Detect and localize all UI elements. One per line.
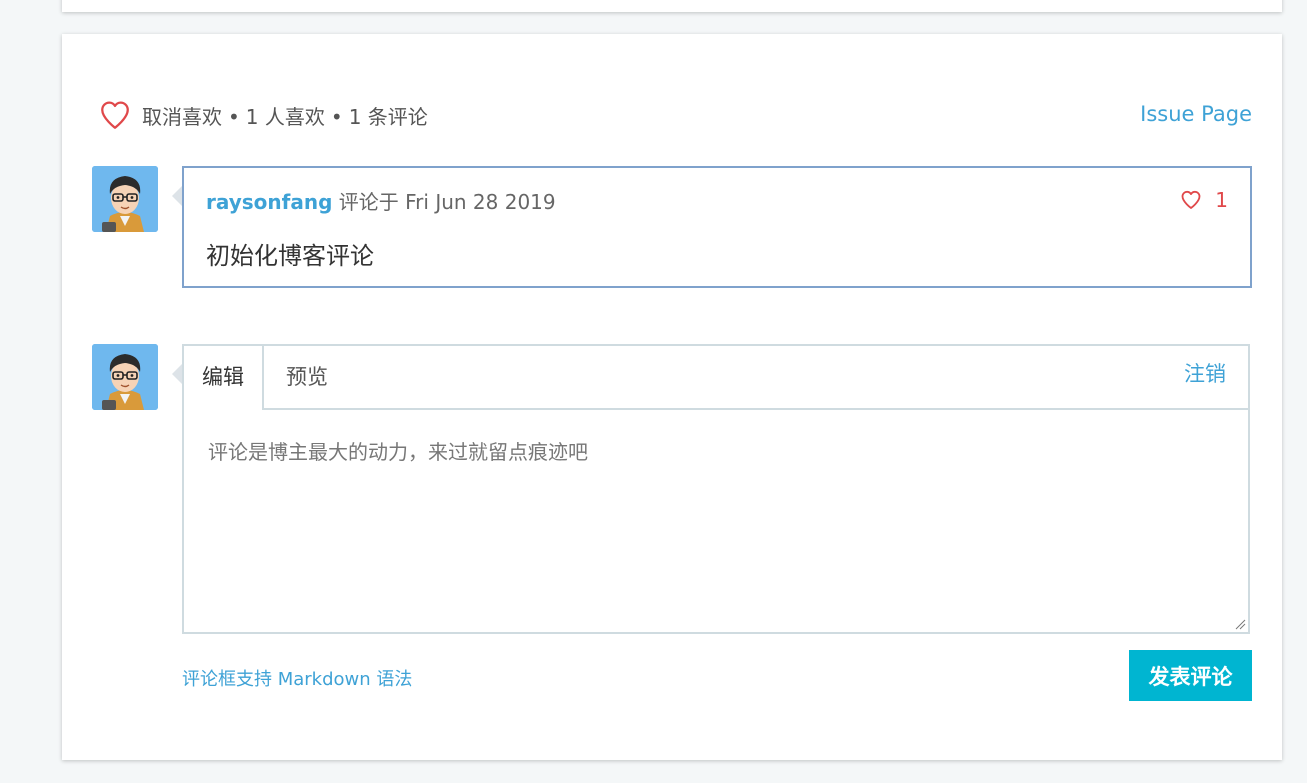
separator: • xyxy=(330,104,343,129)
tab-preview[interactable]: 预览 xyxy=(286,346,328,410)
comment-textarea[interactable] xyxy=(184,410,1248,632)
likes-count: 1 人喜欢 xyxy=(245,104,325,129)
avatar-image xyxy=(92,166,158,232)
reaction-summary: 取消喜欢 • 1 人喜欢 • 1 条评论 xyxy=(142,101,428,130)
avatar-image xyxy=(92,344,158,410)
comment-card: raysonfang 评论于 Fri Jun 28 2019 1 初始化博客评论 xyxy=(172,166,1252,288)
unlike-link[interactable]: 取消喜欢 xyxy=(142,105,222,129)
separator: • xyxy=(228,104,240,129)
editor-tabs: 编辑 预览 注销 xyxy=(184,346,1248,410)
markdown-hint-link[interactable]: 评论框支持 Markdown 语法 xyxy=(182,665,412,691)
heart-outline-icon xyxy=(1181,190,1201,209)
issue-page-link[interactable]: Issue Page xyxy=(1140,102,1252,126)
resize-handle-icon[interactable] xyxy=(1234,618,1246,630)
comment-meta: 评论于 Fri Jun 28 2019 xyxy=(338,190,556,214)
logout-link[interactable]: 注销 xyxy=(1184,346,1226,402)
previous-card xyxy=(62,0,1282,12)
comment-body: 初始化博客评论 xyxy=(206,242,374,270)
submit-comment-button[interactable]: 发表评论 xyxy=(1129,650,1252,701)
reaction-bar: 取消喜欢 • 1 人喜欢 • 1 条评论 xyxy=(98,98,428,132)
comments-count: 1 条评论 xyxy=(348,104,428,129)
tab-edit[interactable]: 编辑 xyxy=(184,346,264,410)
avatar[interactable] xyxy=(92,166,158,232)
comment-like-count: 1 xyxy=(1215,188,1228,212)
comment-editor: 编辑 预览 注销 xyxy=(172,344,1250,634)
avatar[interactable] xyxy=(92,344,158,410)
comment-username[interactable]: raysonfang xyxy=(206,190,332,214)
comment-like-button[interactable]: 1 xyxy=(1179,188,1228,212)
heart-outline-icon[interactable] xyxy=(98,98,132,132)
comment-header: raysonfang 评论于 Fri Jun 28 2019 xyxy=(206,186,556,215)
comments-card: 取消喜欢 • 1 人喜欢 • 1 条评论 Issue Page raysonfang 评… xyxy=(62,34,1282,760)
